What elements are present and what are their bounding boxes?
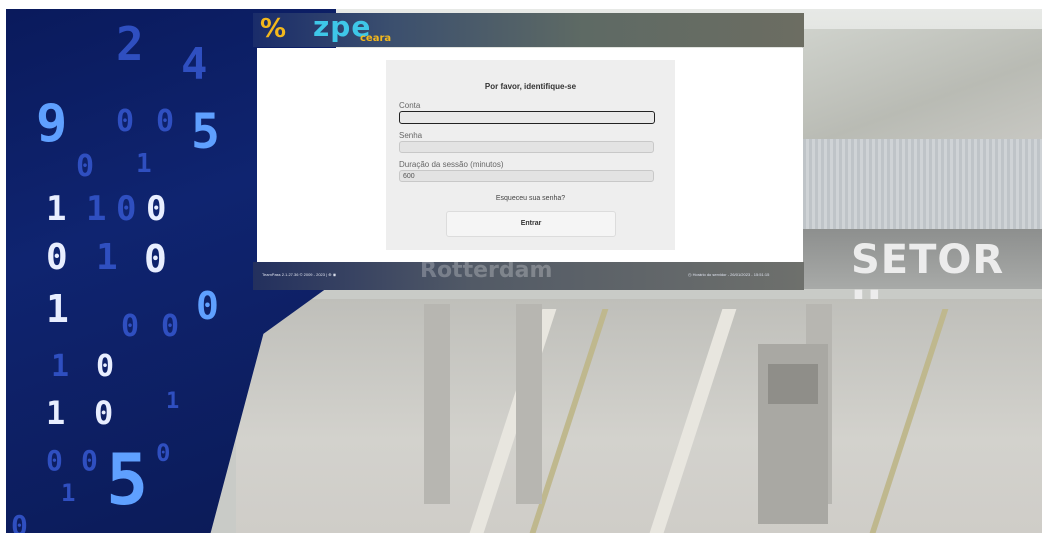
bg-digit: 0: [46, 237, 68, 278]
bg-digit: 0: [116, 104, 135, 139]
bg-digit: 1: [136, 149, 152, 179]
bg-digit: 0: [121, 309, 140, 344]
bg-digit: 2: [116, 17, 144, 71]
bg-digit: 0: [76, 149, 95, 184]
canopy-pillar: [516, 304, 542, 504]
login-title: Por favor, identifique-se: [484, 82, 577, 91]
bg-digit: 1: [51, 349, 70, 384]
bg-digit: 0: [46, 444, 63, 477]
account-label: Conta: [399, 101, 421, 110]
bg-digit: 1: [61, 479, 76, 507]
logo-subtitle: ceara: [360, 33, 392, 44]
login-button[interactable]: Entrar: [446, 211, 616, 237]
bg-digit: 1: [46, 394, 66, 432]
bg-digit: 0: [196, 284, 219, 328]
canopy-pillar: [424, 304, 450, 504]
password-input[interactable]: [399, 141, 654, 153]
bg-digit: 1: [86, 189, 107, 229]
booth-window: [768, 364, 818, 404]
photo-hill: [802, 29, 1042, 139]
account-input[interactable]: [399, 111, 655, 124]
bg-digit: 0: [116, 189, 137, 229]
bg-digit: 0: [146, 189, 167, 229]
bg-digit: 0: [144, 237, 167, 281]
bg-digit: 4: [181, 39, 208, 90]
bg-digit: 0: [94, 394, 114, 432]
forgot-password-link[interactable]: Esqueceu sua senha?: [386, 195, 675, 202]
background-watermark: Rotterdam: [420, 258, 553, 283]
footer-version: TeamPass 2.1.27.36 © 2009 - 2023 | ⊕ ◉: [262, 272, 337, 277]
bg-digit: 5: [191, 104, 220, 160]
session-duration-input[interactable]: [399, 170, 654, 182]
bg-digit: 9: [36, 94, 68, 154]
bg-digit: 1: [166, 389, 180, 414]
bg-digit: 0: [156, 104, 175, 139]
bg-digit: 5: [106, 439, 149, 521]
zpe-logo-icon: %: [260, 14, 287, 44]
footer-server-time: ◷ Horário do servidor - 26/01/2023 - 15:…: [688, 272, 770, 277]
password-label: Senha: [399, 131, 423, 140]
session-duration-label: Duração da sessão (minutos): [399, 160, 504, 169]
bg-digit: 0: [156, 439, 171, 467]
bg-digit: 1: [46, 287, 69, 331]
bg-digit: 0: [161, 309, 180, 344]
toll-booth: [758, 344, 828, 524]
bg-digit: 0: [81, 444, 98, 477]
bg-digit: 1: [46, 189, 67, 229]
bg-digit: 0: [11, 509, 28, 533]
photo-road: [236, 299, 1042, 533]
bg-digit: 1: [96, 237, 118, 278]
bg-digit: 0: [96, 349, 115, 384]
